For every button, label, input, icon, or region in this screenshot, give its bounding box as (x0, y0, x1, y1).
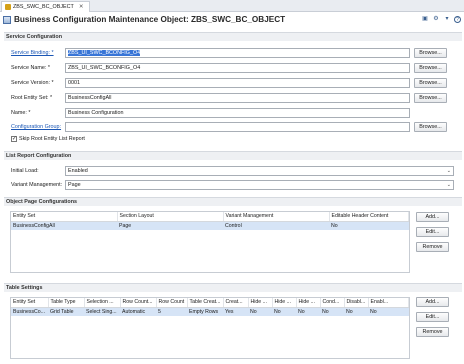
service-version-browse-button[interactable]: Browse... (414, 78, 447, 88)
editor-tab-bar: ZBS_SWC_BC_OBJECT ✕ (0, 0, 464, 12)
help-icon[interactable]: ? (454, 15, 461, 23)
table-cell: No (272, 307, 296, 316)
service-name-label: Service Name: * (11, 65, 50, 71)
service-binding-link[interactable]: Service Binding: * (11, 50, 54, 57)
save-icon[interactable]: ▣ (421, 15, 429, 23)
service-config-heading: Service Configuration (4, 32, 462, 41)
table-settings-add-button[interactable]: Add... (416, 297, 449, 307)
business-config-icon (3, 16, 11, 24)
table-cell: Automatic (120, 307, 156, 316)
object-page-table: Entity Set Section Layout Variant Manage… (10, 211, 410, 273)
settings-icon[interactable]: ⚙ (432, 15, 440, 23)
page-title: Business Configuration Maintenance Objec… (14, 15, 286, 24)
column-header[interactable]: Row Count (156, 298, 188, 308)
service-version-label: Service Version: * (11, 80, 54, 86)
root-entity-set-label: Root Entity Set: * (11, 95, 53, 101)
table-settings-remove-button[interactable]: Remove (416, 327, 449, 337)
object-page-add-button[interactable]: Add... (416, 212, 449, 222)
table-cell: Empty Rows (187, 307, 223, 316)
column-header[interactable]: Section Layout (117, 212, 224, 222)
column-header[interactable]: Disabl... (344, 298, 369, 308)
column-header[interactable]: Hide ... (248, 298, 273, 308)
column-header[interactable]: Creat... (223, 298, 249, 308)
name-label: Name: * (11, 110, 31, 116)
editor-header: Business Configuration Maintenance Objec… (0, 12, 464, 28)
object-page-heading: Object Page Configurations (4, 197, 462, 206)
table-cell: Control (223, 221, 329, 230)
table-cell: Page (117, 221, 223, 230)
header-toolbar: ▣ ⚙ ▾ ? (421, 15, 461, 23)
table-settings-table: Entity Set Table Type Selection ... Row … (10, 297, 410, 359)
initial-load-select[interactable]: Enabled ⌄ (65, 166, 454, 176)
skip-root-entity-checkbox[interactable]: ✓ (11, 136, 17, 142)
table-cell: 5 (156, 307, 187, 316)
service-name-browse-button[interactable]: Browse... (414, 63, 447, 73)
column-header[interactable]: Table Creat... (187, 298, 224, 308)
tab-label: ZBS_SWC_BC_OBJECT (13, 4, 74, 10)
table-cell: Yes (223, 307, 248, 316)
table-settings-edit-button[interactable]: Edit... (416, 312, 449, 322)
variant-management-label: Variant Management: (11, 182, 63, 188)
table-row[interactable]: BusinessCo... Grid Table Select Sing... … (11, 307, 409, 316)
configuration-group-link[interactable]: Configuration Group: (11, 124, 61, 131)
list-report-heading: List Report Configuration (4, 151, 462, 160)
menu-icon[interactable]: ▾ (443, 15, 451, 23)
table-cell: No (329, 221, 409, 230)
object-page-remove-button[interactable]: Remove (416, 242, 449, 252)
column-header[interactable]: Enabl... (368, 298, 409, 308)
column-header[interactable]: Table Type (48, 298, 85, 308)
variant-management-select[interactable]: Page ⌄ (65, 180, 454, 190)
object-page-edit-button[interactable]: Edit... (416, 227, 449, 237)
close-icon[interactable]: ✕ (79, 4, 84, 10)
table-cell: No (368, 307, 409, 316)
column-header[interactable]: Variant Management (223, 212, 330, 222)
service-name-field[interactable]: ZBS_UI_SWC_BCONFIG_O4 (65, 63, 410, 73)
column-header[interactable]: Entity Set (11, 298, 49, 308)
skip-root-entity-label: Skip Root Entity List Report (19, 136, 85, 142)
configuration-group-browse-button[interactable]: Browse... (414, 122, 447, 132)
root-entity-set-browse-button[interactable]: Browse... (414, 93, 447, 103)
chevron-down-icon: ⌄ (446, 182, 451, 188)
column-header[interactable]: Hide ... (296, 298, 321, 308)
name-field[interactable]: Business Configuration (65, 108, 410, 118)
table-cell: Select Sing... (84, 307, 120, 316)
table-cell: No (320, 307, 344, 316)
service-binding-field[interactable]: ZBS_UI_SWC_BCONFIG_O4 (65, 48, 410, 58)
editor-tab[interactable]: ZBS_SWC_BC_OBJECT ✕ (1, 1, 91, 12)
column-header[interactable]: Selection ... (84, 298, 121, 308)
column-header[interactable]: Cond... (320, 298, 345, 308)
table-cell: No (248, 307, 272, 316)
table-cell: Grid Table (48, 307, 84, 316)
service-binding-browse-button[interactable]: Browse... (414, 48, 447, 58)
table-settings-heading: Table Settings (4, 283, 462, 292)
table-cell: BusinessCo... (11, 307, 48, 316)
skip-root-entity-option[interactable]: ✓ Skip Root Entity List Report (11, 136, 85, 142)
table-cell: No (296, 307, 320, 316)
table-row[interactable]: BusinessConfigAll Page Control No (11, 221, 409, 230)
root-entity-set-field[interactable]: BusinessConfigAll (65, 93, 410, 103)
table-cell: No (344, 307, 368, 316)
column-header[interactable]: Row Count... (120, 298, 157, 308)
service-version-field[interactable]: 0001 (65, 78, 410, 88)
chevron-down-icon: ⌄ (446, 168, 451, 174)
column-header[interactable]: Entity Set (11, 212, 118, 222)
object-icon (5, 4, 11, 10)
column-header[interactable]: Hide ... (272, 298, 297, 308)
initial-load-label: Initial Load: (11, 168, 39, 174)
configuration-group-field[interactable] (65, 122, 410, 132)
table-cell: BusinessConfigAll (11, 221, 117, 230)
column-header[interactable]: Editable Header Content (329, 212, 409, 222)
